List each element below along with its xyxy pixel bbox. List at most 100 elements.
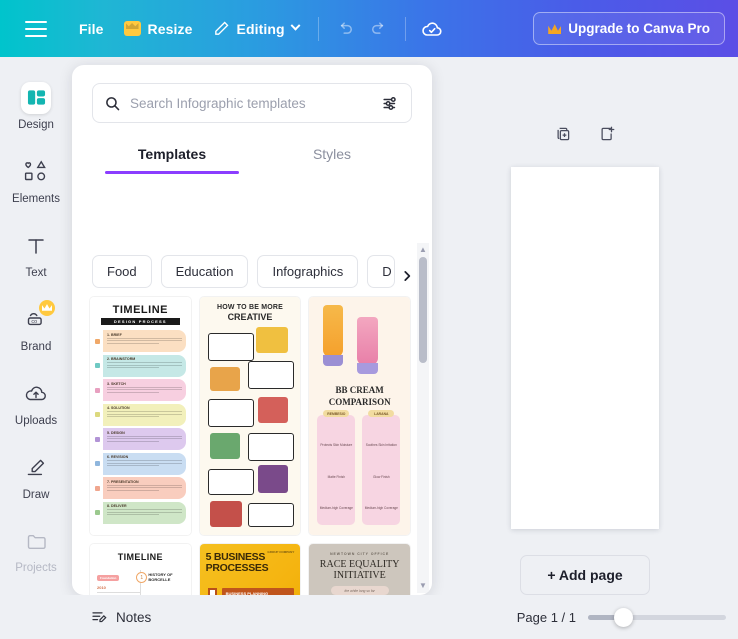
filter-sliders-icon[interactable] <box>381 94 400 113</box>
template-step-label: 2. BRAINSTORM <box>107 357 136 361</box>
scrollbar-thumb[interactable] <box>419 257 427 363</box>
notes-button[interactable]: Notes <box>90 608 151 626</box>
file-menu-label: File <box>79 20 104 37</box>
hamburger-icon[interactable] <box>25 20 47 37</box>
chips-next-arrow-icon[interactable] <box>398 267 416 285</box>
scrollbar-track[interactable] <box>417 257 429 579</box>
add-page-button[interactable]: + Add page <box>520 555 650 595</box>
crown-icon <box>123 21 141 36</box>
template-card[interactable]: NEWTOWN CITY OFFICE RACE EQUALITY INITIA… <box>309 544 410 595</box>
design-icon <box>21 81 51 114</box>
template-step-label: 5. DESIGN <box>107 430 125 435</box>
category-chips: Food Education Infographics D <box>72 243 432 298</box>
uploads-glyph-icon <box>25 386 46 400</box>
templates-scroll-region[interactable]: Food Education Infographics D TIMELINE D… <box>72 243 432 595</box>
sidebar-item-label: Elements <box>12 192 60 205</box>
template-subtitle: CREATIVE <box>227 312 273 322</box>
editing-mode-button[interactable]: Editing <box>203 13 309 44</box>
notes-icon <box>92 612 107 623</box>
sidebar-item-label: Text <box>25 266 47 279</box>
search-section <box>72 65 432 123</box>
panel-tabs: Templates Styles <box>72 135 432 174</box>
chip-food[interactable]: Food <box>92 255 152 288</box>
chip-label: D <box>382 264 392 279</box>
sidebar-item-label: Design <box>18 118 54 131</box>
projects-icon <box>21 526 51 556</box>
chip-label: Infographics <box>272 264 344 279</box>
pen-icon <box>214 21 228 35</box>
design-glyph-icon <box>27 90 45 106</box>
search-input[interactable] <box>130 95 372 111</box>
template-row-label: Glow Finish <box>373 475 390 479</box>
add-page-icon-button[interactable] <box>598 125 616 148</box>
chip-label: Food <box>107 264 137 279</box>
template-card[interactable]: HOW TO BE MORE CREATIVE <box>199 297 301 535</box>
template-step-label: 1. BRIEF <box>107 332 122 337</box>
page-indicator: Page 1 / 1 <box>516 609 576 625</box>
template-step-label: 4. SOLUTION <box>107 406 130 410</box>
template-step-label: 6. REVISION <box>107 455 129 459</box>
upgrade-to-pro-button[interactable]: Upgrade to Canva Pro <box>533 12 725 45</box>
editing-label: Editing <box>236 20 285 37</box>
brand-icon: co <box>21 299 55 335</box>
sidebar-item-label: Uploads <box>14 414 58 427</box>
undo-icon <box>340 21 352 34</box>
sidebar-item-projects[interactable]: Projects <box>0 514 72 588</box>
tab-styles[interactable]: Styles <box>252 135 412 174</box>
chip-overflow[interactable]: D <box>367 255 396 288</box>
template-row-label: Medium-high Coverage <box>364 506 398 510</box>
zoom-slider[interactable] <box>588 606 726 628</box>
pro-badge-crown-icon <box>39 299 55 316</box>
scroll-up-arrow-icon[interactable]: ▲ <box>419 243 427 257</box>
crown-pro-icon <box>548 23 561 34</box>
duplicate-page-button[interactable] <box>554 125 572 148</box>
template-title: 5 BUSINESS PROCESSES <box>205 551 269 575</box>
uploads-icon <box>21 379 51 409</box>
template-card[interactable]: TIMELINE DESIGN PROCESS 1. BRIEF 2. BRAI… <box>90 297 191 535</box>
template-step-label: 7. PRESENTATION <box>107 479 139 484</box>
sidebar-item-elements[interactable]: Elements <box>0 144 72 218</box>
text-glyph-icon <box>28 239 44 254</box>
chip-education[interactable]: Education <box>160 255 249 288</box>
template-column-label: LARANA <box>368 410 395 417</box>
template-card[interactable]: TIMELINE 1 2 3 4 HISTORY OF BORCELLE Fou… <box>90 544 191 595</box>
template-row-label: Medium-high Coverage <box>319 506 353 510</box>
sidebar-item-uploads[interactable]: Uploads <box>0 366 72 440</box>
template-row-label: Soothes Skin Irritation <box>365 443 397 447</box>
resize-button[interactable]: Resize <box>114 14 203 44</box>
template-subtitle: HISTORY OF BORCELLE <box>148 572 173 582</box>
tab-templates-label: Templates <box>137 146 207 162</box>
template-subtitle: NEWTOWN CITY OFFICE <box>330 552 390 556</box>
template-card[interactable]: BB CREAM COMPARISON REMBESIO Protects Sk… <box>309 297 410 535</box>
draw-glyph-icon <box>27 459 45 475</box>
scroll-down-arrow-icon[interactable]: ▼ <box>419 579 427 593</box>
panel-scrollbar[interactable]: ▲ ▼ <box>417 243 429 593</box>
sidebar-item-brand[interactable]: co Brand <box>0 292 72 366</box>
elements-glyph-icon <box>24 160 46 181</box>
chip-infographics[interactable]: Infographics <box>257 255 359 288</box>
zoom-slider-knob[interactable] <box>614 607 633 627</box>
page-canvas[interactable] <box>511 167 659 529</box>
add-page-icon <box>601 126 615 141</box>
sidebar-item-label: Projects <box>15 562 57 575</box>
tab-templates[interactable]: Templates <box>92 135 252 174</box>
top-bar: File Resize Editing Upgrade to Canva Pro <box>0 0 738 57</box>
file-menu-button[interactable]: File <box>69 14 114 44</box>
redo-icon <box>371 21 384 34</box>
sidebar-item-draw[interactable]: Draw <box>0 440 72 514</box>
toolbar-divider-1 <box>317 16 319 41</box>
resize-label: Resize <box>147 20 193 37</box>
redo-button[interactable] <box>362 12 396 46</box>
sidebar-item-text[interactable]: Text <box>0 218 72 292</box>
template-card[interactable]: 5 BUSINESS PROCESSES GROUP COMPANY BUSIN… <box>199 544 301 595</box>
left-sidebar: Design Elements Text co Brand Uploads Dr… <box>0 57 72 639</box>
cloud-saved-button[interactable] <box>415 12 449 46</box>
chevron-down-icon <box>290 20 301 31</box>
undo-button[interactable] <box>328 12 362 46</box>
template-title: BB CREAM <box>335 385 384 395</box>
search-box[interactable] <box>92 83 412 123</box>
text-icon <box>21 231 51 261</box>
sidebar-item-design[interactable]: Design <box>0 70 72 144</box>
svg-text:co: co <box>31 319 37 325</box>
toolbar-divider-2 <box>404 16 406 41</box>
